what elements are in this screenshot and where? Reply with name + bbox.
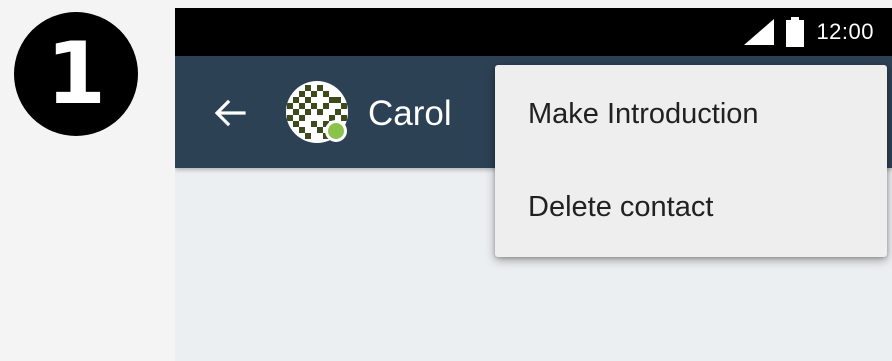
battery-full-icon xyxy=(786,17,805,47)
step-number: 1 xyxy=(46,24,106,124)
phone-screen: 12:00 Carol Make Introduction Delete con… xyxy=(175,8,892,361)
online-status-indicator xyxy=(325,120,347,142)
menu-item-delete-contact[interactable]: Delete contact xyxy=(495,159,887,255)
menu-item-make-introduction[interactable]: Make Introduction xyxy=(495,69,887,159)
step-number-badge: 1 xyxy=(14,12,138,136)
cellular-signal-icon xyxy=(744,19,775,45)
status-time: 12:00 xyxy=(816,19,874,44)
arrow-back-icon[interactable] xyxy=(213,96,247,130)
status-bar: 12:00 xyxy=(175,8,892,56)
overflow-menu: Make Introduction Delete contact xyxy=(495,65,887,257)
contact-name[interactable]: Carol xyxy=(368,94,452,134)
